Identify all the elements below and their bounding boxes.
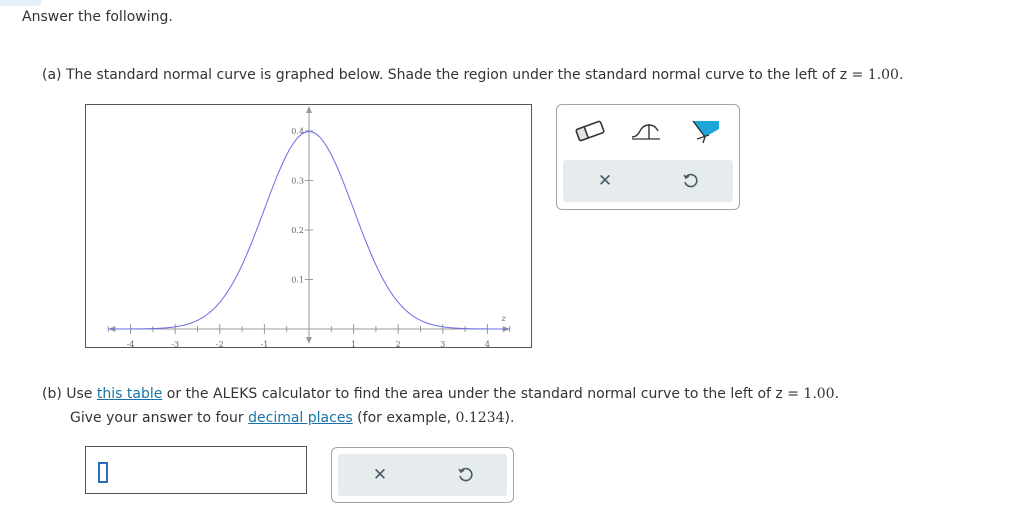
page-heading: Answer the following.	[22, 9, 173, 25]
part-b-line2-text-3: ).	[504, 410, 515, 426]
y-axis-up-arrow	[306, 106, 312, 113]
x-tick-label: -3	[171, 340, 179, 347]
x-tick-label: 3	[440, 340, 445, 347]
graph-undo-button[interactable]	[670, 166, 710, 196]
normal-curve-graph[interactable]: -4 -3 -2 -1 1 2 3 4 0.1 0.2 0.3 0.4 z	[85, 104, 532, 348]
input-cursor	[98, 462, 108, 483]
y-tick-label: 0.2	[291, 226, 304, 235]
example-value: 0.1234	[455, 410, 505, 426]
undo-icon	[683, 173, 698, 188]
graph-clear-button[interactable]: ✕	[585, 166, 625, 196]
part-b-instructions: Give your answer to four decimal places …	[70, 410, 514, 426]
x-tick-label: -1	[261, 340, 269, 347]
y-tick-label: 0.1	[291, 276, 304, 285]
x-tick-label: 2	[396, 340, 401, 347]
part-a-text: (a) The standard normal curve is graphed…	[42, 67, 868, 83]
answer-action-bar: ✕	[338, 454, 507, 496]
top-tab-decoration	[0, 0, 42, 6]
x-tick-label: -4	[127, 340, 135, 347]
x-tick-label: 1	[351, 340, 356, 347]
y-tick-label: 0.4	[291, 127, 304, 136]
graph-tool-panel: ✕	[556, 104, 740, 210]
normal-curve-svg[interactable]: -4 -3 -2 -1 1 2 3 4 0.1 0.2 0.3 0.4 z	[86, 105, 531, 347]
part-b-question: (b) Use this table or the ALEKS calculat…	[42, 386, 839, 402]
answer-clear-button[interactable]: ✕	[360, 460, 400, 490]
graph-action-bar: ✕	[563, 160, 733, 202]
answer-input[interactable]	[85, 446, 307, 494]
x-icon: ✕	[597, 171, 613, 191]
answer-undo-button[interactable]	[445, 460, 485, 490]
shade-fill-icon[interactable]	[687, 115, 721, 145]
part-b-line2-text-2: (for example,	[352, 410, 456, 426]
answer-button-panel: ✕	[331, 447, 514, 503]
undo-icon	[458, 467, 473, 482]
y-tick-label: 0.3	[291, 177, 304, 186]
x-axis-label: z	[501, 314, 507, 323]
x-tick-label: 4	[485, 340, 490, 347]
part-b-z-value: 1.00.	[803, 386, 840, 402]
eraser-icon[interactable]	[573, 115, 607, 145]
y-axis-down-arrow	[306, 337, 312, 344]
part-a-question: (a) The standard normal curve is graphed…	[42, 67, 903, 83]
x-icon: ✕	[372, 465, 388, 485]
part-a-z-value: 1.00.	[867, 67, 904, 83]
region-bracket-icon[interactable]	[629, 115, 663, 145]
decimal-places-link[interactable]: decimal places	[248, 410, 353, 426]
part-b-text-1: (b) Use	[42, 386, 97, 402]
part-b-line2-text-1: Give your answer to four	[70, 410, 249, 426]
x-tick-label: -2	[216, 340, 224, 347]
table-link[interactable]: this table	[97, 386, 162, 402]
part-b-text-2: or the ALEKS calculator to find the area…	[162, 386, 804, 402]
